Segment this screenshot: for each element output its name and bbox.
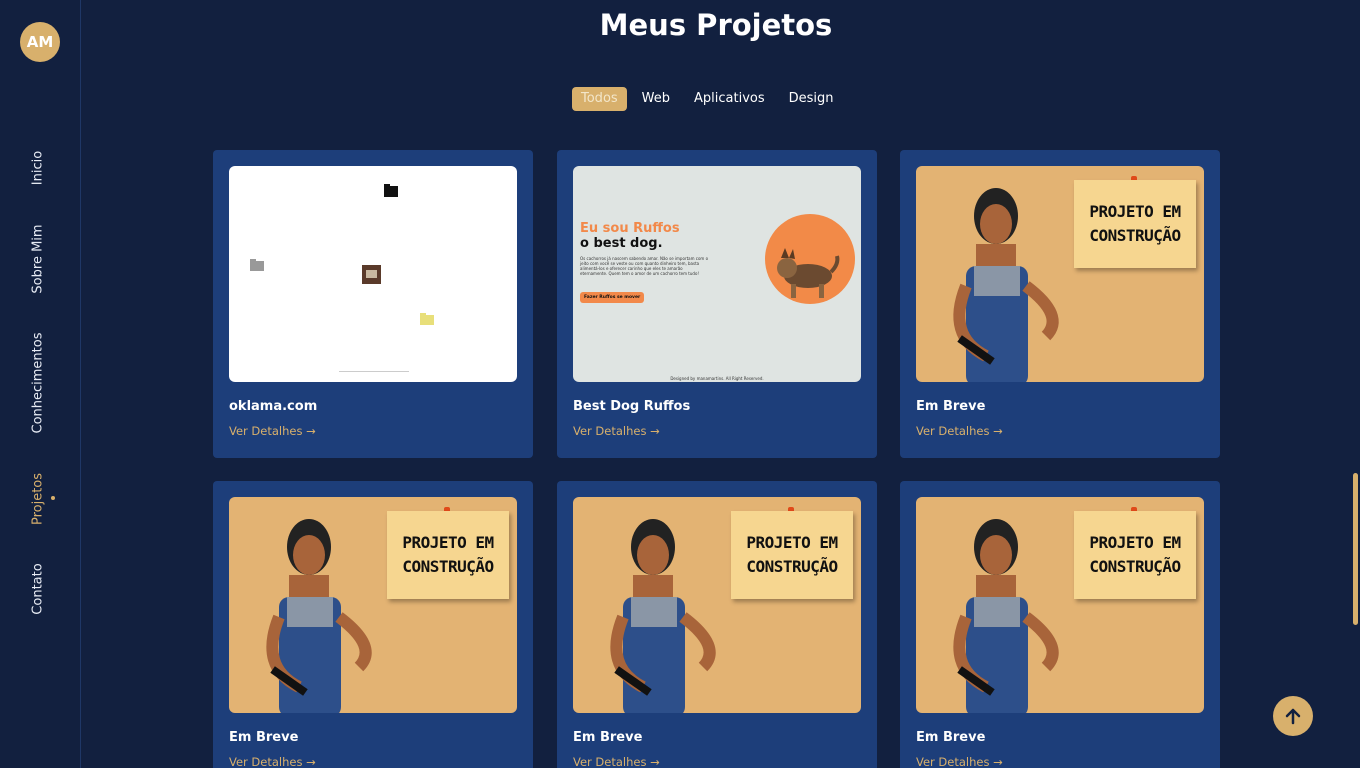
ruffos-footer: Designed by manamartins. All Right Reser… xyxy=(670,376,764,381)
ruffos-body: Os cachorros já nascem sabendo amar. Não… xyxy=(580,256,709,276)
nav-item-inicio[interactable]: Inicio xyxy=(31,151,46,185)
image-icon xyxy=(362,265,381,284)
project-thumbnail[interactable]: Eu sou Ruffos o best dog. Os cachorros j… xyxy=(573,166,861,382)
project-details-link[interactable]: Ver Detalhes → xyxy=(229,755,316,768)
ruffos-subheadline: o best dog. xyxy=(580,236,663,251)
construction-note: PROJETO EM CONSTRUÇÃO xyxy=(1074,180,1196,268)
note-line: PROJETO EM xyxy=(1089,202,1181,221)
project-card[interactable]: PROJETO EM CONSTRUÇÃO Em Breve Ver Detal… xyxy=(213,481,533,768)
scrollbar[interactable] xyxy=(1351,0,1360,768)
filter-design[interactable]: Design xyxy=(780,87,843,111)
construction-note: PROJETO EM CONSTRUÇÃO xyxy=(387,511,509,599)
project-thumbnail[interactable]: PROJETO EM CONSTRUÇÃO xyxy=(916,166,1204,382)
note-line: CONSTRUÇÃO xyxy=(1089,226,1181,245)
desktop-screenshot xyxy=(250,184,434,372)
project-title: Em Breve xyxy=(916,730,986,745)
filter-aplicativos[interactable]: Aplicativos xyxy=(685,87,774,111)
scroll-to-top-button[interactable] xyxy=(1273,696,1313,736)
project-card[interactable]: PROJETO EM CONSTRUÇÃO Em Breve Ver Detal… xyxy=(900,150,1220,458)
worker-illustration xyxy=(953,188,1059,382)
dog-illustration xyxy=(777,248,840,298)
filter-todos[interactable]: Todos xyxy=(572,87,627,111)
project-details-link[interactable]: Ver Detalhes → xyxy=(916,755,1003,768)
filter-bar: Todos Web Aplicativos Design xyxy=(572,87,843,111)
worker-illustration xyxy=(610,519,716,713)
project-details-link[interactable]: Ver Detalhes → xyxy=(229,424,316,438)
note-line: PROJETO EM xyxy=(402,533,494,552)
project-card[interactable]: PROJETO EM CONSTRUÇÃO Em Breve Ver Detal… xyxy=(900,481,1220,768)
project-title: Em Breve xyxy=(916,399,986,414)
worker-illustration xyxy=(953,519,1059,713)
project-thumbnail[interactable] xyxy=(229,166,517,382)
construction-note: PROJETO EM CONSTRUÇÃO xyxy=(731,511,853,599)
arrow-up-icon xyxy=(1285,708,1301,725)
folder-icon xyxy=(384,184,398,197)
nav-item-projetos[interactable]: Projetos xyxy=(31,473,46,525)
project-thumbnail[interactable]: PROJETO EM CONSTRUÇÃO xyxy=(229,497,517,713)
project-details-link[interactable]: Ver Detalhes → xyxy=(916,424,1003,438)
nav-item-contato[interactable]: Contato xyxy=(31,563,46,614)
folder-icon xyxy=(250,259,264,271)
worker-illustration xyxy=(266,519,372,713)
note-line: CONSTRUÇÃO xyxy=(1089,557,1181,576)
active-indicator xyxy=(51,496,55,500)
project-thumbnail[interactable]: PROJETO EM CONSTRUÇÃO xyxy=(573,497,861,713)
project-card[interactable]: oklama.com Ver Detalhes → xyxy=(213,150,533,458)
project-details-link[interactable]: Ver Detalhes → xyxy=(573,755,660,768)
project-title: Best Dog Ruffos xyxy=(573,399,691,414)
project-card[interactable]: Eu sou Ruffos o best dog. Os cachorros j… xyxy=(557,150,877,458)
note-line: PROJETO EM xyxy=(1089,533,1181,552)
nav-item-sobre-mim[interactable]: Sobre Mim xyxy=(31,224,46,293)
note-line: CONSTRUÇÃO xyxy=(746,557,838,576)
filter-web[interactable]: Web xyxy=(633,87,679,111)
ruffos-cta: Fazer Ruffos se mover xyxy=(580,292,645,303)
project-title: Em Breve xyxy=(573,730,643,745)
ruffos-headline: Eu sou Ruffos xyxy=(580,221,680,236)
project-title: oklama.com xyxy=(229,399,318,414)
folder-icon xyxy=(420,313,434,325)
project-thumbnail[interactable]: PROJETO EM CONSTRUÇÃO xyxy=(916,497,1204,713)
note-line: CONSTRUÇÃO xyxy=(402,557,494,576)
nav-item-conhecimentos[interactable]: Conhecimentos xyxy=(31,333,46,434)
scrollbar-thumb[interactable] xyxy=(1353,473,1358,625)
project-details-link[interactable]: Ver Detalhes → xyxy=(573,424,660,438)
sidebar: AM Inicio Sobre Mim Conhecimentos Projet… xyxy=(0,0,81,768)
construction-note: PROJETO EM CONSTRUÇÃO xyxy=(1074,511,1196,599)
page-title: Meus Projetos xyxy=(599,8,833,42)
project-card[interactable]: PROJETO EM CONSTRUÇÃO Em Breve Ver Detal… xyxy=(557,481,877,768)
project-title: Em Breve xyxy=(229,730,299,745)
note-line: PROJETO EM xyxy=(746,533,838,552)
